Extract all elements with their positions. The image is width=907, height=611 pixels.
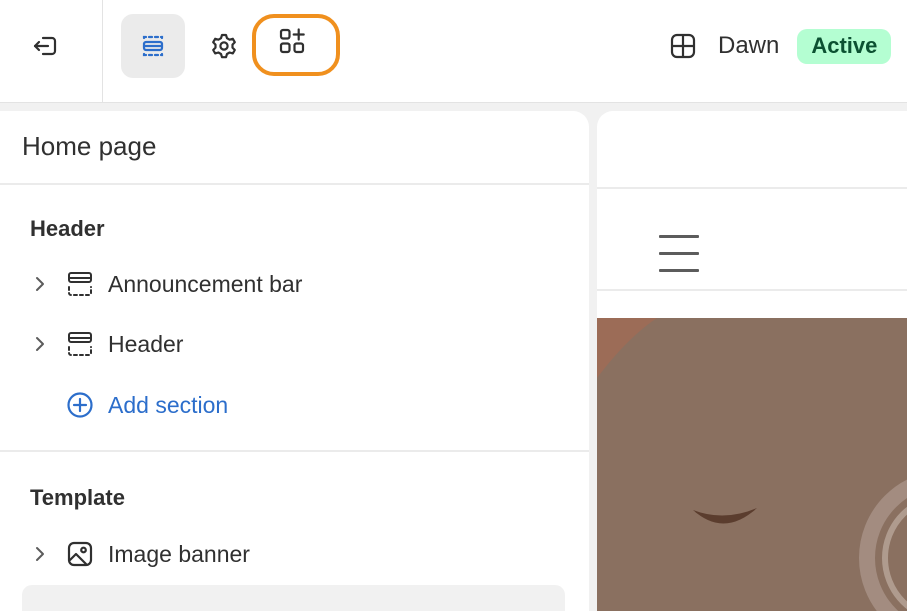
section-item-selected[interactable]	[22, 585, 565, 611]
banner-image	[597, 318, 907, 611]
chevron-right-icon[interactable]	[30, 544, 50, 564]
image-icon	[66, 540, 94, 568]
apps-button[interactable]	[252, 14, 340, 76]
add-section-label: Add section	[108, 391, 229, 418]
section-item-label: Announcement bar	[108, 270, 303, 297]
chevron-right-icon[interactable]	[30, 274, 50, 294]
page-title: Home page	[22, 131, 157, 161]
topbar-divider	[102, 0, 103, 102]
preview-divider	[597, 187, 907, 189]
group-title-header: Header	[30, 216, 105, 241]
add-section-button[interactable]: Add section	[66, 387, 228, 423]
exit-icon	[30, 31, 60, 61]
theme-name: Dawn	[718, 32, 780, 59]
apps-add-icon	[277, 26, 307, 56]
group-divider	[0, 450, 589, 452]
hamburger-menu-icon[interactable]	[659, 235, 699, 273]
preview-divider	[597, 289, 907, 291]
section-item-announcement-bar[interactable]: Announcement bar	[30, 266, 302, 302]
gear-icon	[209, 31, 239, 61]
panel-divider	[0, 183, 589, 185]
section-icon	[66, 330, 94, 358]
section-item-image-banner[interactable]: Image banner	[30, 536, 250, 572]
section-item-header[interactable]: Header	[30, 326, 183, 362]
chevron-right-icon[interactable]	[30, 334, 50, 354]
group-title-template: Template	[30, 485, 125, 510]
section-item-label: Image banner	[108, 540, 250, 567]
sections-panel: Home page Header Announcement bar Header…	[0, 111, 589, 611]
storefront-preview	[597, 111, 907, 611]
status-badge: Active	[797, 28, 892, 64]
sections-button[interactable]	[121, 14, 185, 78]
exit-button[interactable]	[13, 14, 77, 78]
sections-icon	[138, 31, 168, 61]
section-icon	[66, 270, 94, 298]
theme-layout-icon	[668, 31, 698, 61]
editor-topbar: Dawn Active	[0, 0, 907, 103]
plus-circle-icon	[66, 391, 94, 419]
theme-info: Dawn Active	[668, 26, 892, 66]
theme-settings-button[interactable]	[192, 14, 256, 78]
section-item-label: Header	[108, 330, 184, 357]
